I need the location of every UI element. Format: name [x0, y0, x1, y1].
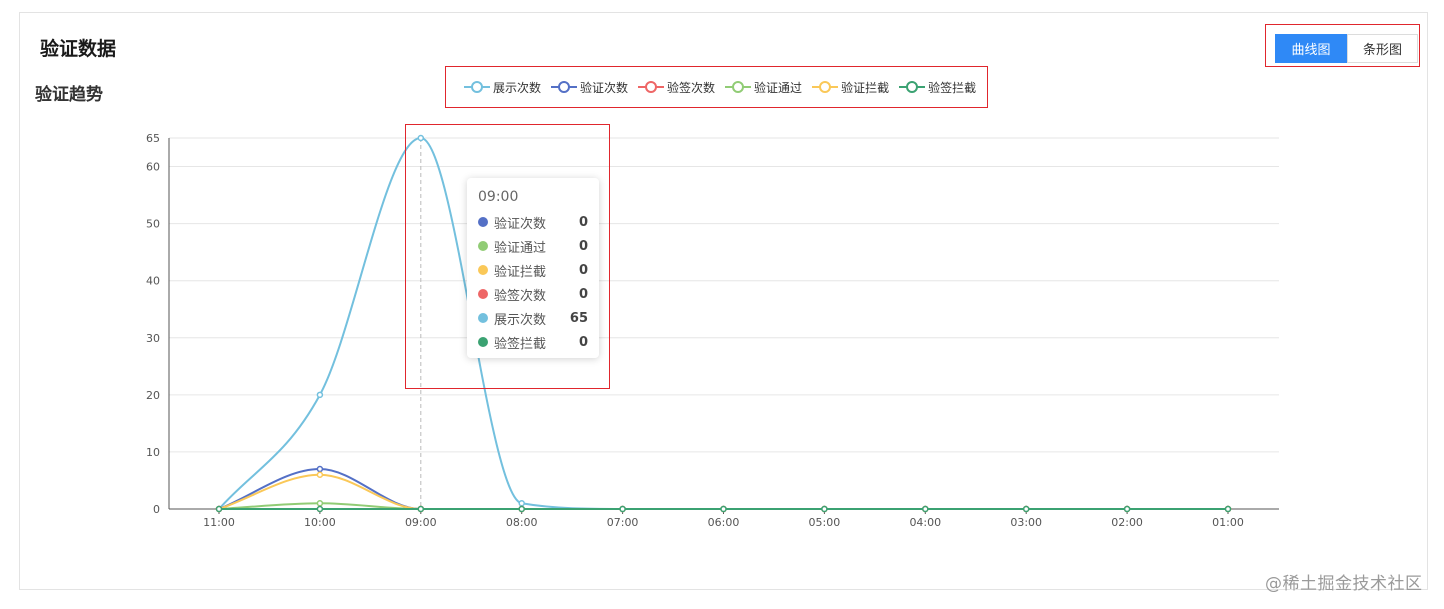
tooltip-series-value: 65 — [569, 310, 588, 326]
data-point — [417, 505, 425, 513]
y-tick-label: 10 — [146, 446, 160, 459]
data-point — [316, 505, 324, 513]
tooltip-title: 09:00 — [478, 189, 519, 205]
tooltip-series-value: 0 — [578, 286, 588, 302]
watermark: @稀土掘金技术社区 — [1265, 574, 1423, 594]
tooltip-series-value: 0 — [578, 238, 588, 254]
tooltip-series-name: 验证拦截 — [494, 264, 547, 280]
data-point — [720, 505, 727, 513]
tooltip-series-name: 验签拦截 — [494, 336, 547, 352]
data-point — [619, 505, 626, 513]
series-dot-icon — [478, 265, 488, 275]
y-tick-label: 50 — [146, 218, 160, 231]
tooltip-row: 验签次数 0 — [478, 282, 588, 306]
data-point — [316, 465, 324, 473]
x-tick-label: 05:00 — [809, 516, 841, 529]
tooltip-row: 验签拦截 0 — [478, 330, 588, 354]
tooltip-series-value: 0 — [578, 334, 588, 350]
series-dot-icon — [478, 241, 488, 251]
y-tick-label: 30 — [146, 332, 160, 345]
data-point — [518, 500, 525, 507]
data-point — [922, 505, 929, 513]
series-dot-icon — [478, 313, 488, 323]
tooltip-series-name: 展示次数 — [494, 312, 547, 328]
y-tick-label: 20 — [146, 389, 160, 402]
tooltip-series-name: 验证通过 — [494, 240, 547, 256]
x-tick-label: 06:00 — [708, 516, 740, 529]
x-tick-label: 02:00 — [1111, 516, 1143, 529]
data-point — [518, 505, 525, 513]
tooltip-row: 验证次数 0 — [478, 210, 588, 234]
tooltip-row: 验证拦截 0 — [478, 258, 588, 282]
tooltip-row: 展示次数 65 — [478, 306, 588, 330]
data-point — [316, 471, 324, 479]
x-tick-label: 11:00 — [203, 516, 235, 529]
series-line — [218, 468, 1228, 511]
tooltip-series-name: 验证次数 — [494, 216, 547, 232]
tooltip-series-value: 0 — [578, 262, 588, 278]
trend-line-chart: 0 10 20 30 40 50 60 65 11:00 10:00 09:00 08:00 07:00… — [146, 132, 1279, 529]
y-tick-label: 65 — [146, 132, 160, 145]
y-tick-label: 40 — [146, 275, 160, 288]
series-dot-icon — [478, 217, 488, 227]
data-point — [1224, 505, 1232, 513]
series-dot-icon — [478, 337, 488, 347]
series-dot-icon — [478, 289, 488, 299]
x-tick-label: 10:00 — [304, 516, 336, 529]
data-point — [821, 505, 828, 513]
tooltip-series-name: 验签次数 — [494, 288, 547, 304]
x-tick-label: 03:00 — [1010, 516, 1042, 529]
x-tick-label: 08:00 — [506, 516, 538, 529]
data-point — [316, 500, 324, 507]
x-tick-label: 09:00 — [405, 516, 437, 529]
chart-tooltip: 09:00 验证次数 0 验证通过 0 验证拦截 0 验签次数 0 展示次数 65 验签拦截 0 — [467, 178, 599, 358]
tooltip-series-value: 0 — [578, 214, 588, 230]
x-tick-label: 07:00 — [607, 516, 639, 529]
data-point — [215, 505, 223, 513]
x-tick-label: 01:00 — [1212, 516, 1244, 529]
series-line — [218, 136, 1228, 511]
y-tick-label: 60 — [146, 161, 160, 174]
series-line — [218, 473, 1228, 511]
data-point — [316, 391, 324, 399]
data-point — [417, 134, 425, 142]
data-point — [1123, 505, 1131, 513]
y-tick-label: 0 — [153, 503, 160, 516]
data-point — [1022, 505, 1030, 513]
x-tick-label: 04:00 — [909, 516, 941, 529]
tooltip-row: 验证通过 0 — [478, 234, 588, 258]
